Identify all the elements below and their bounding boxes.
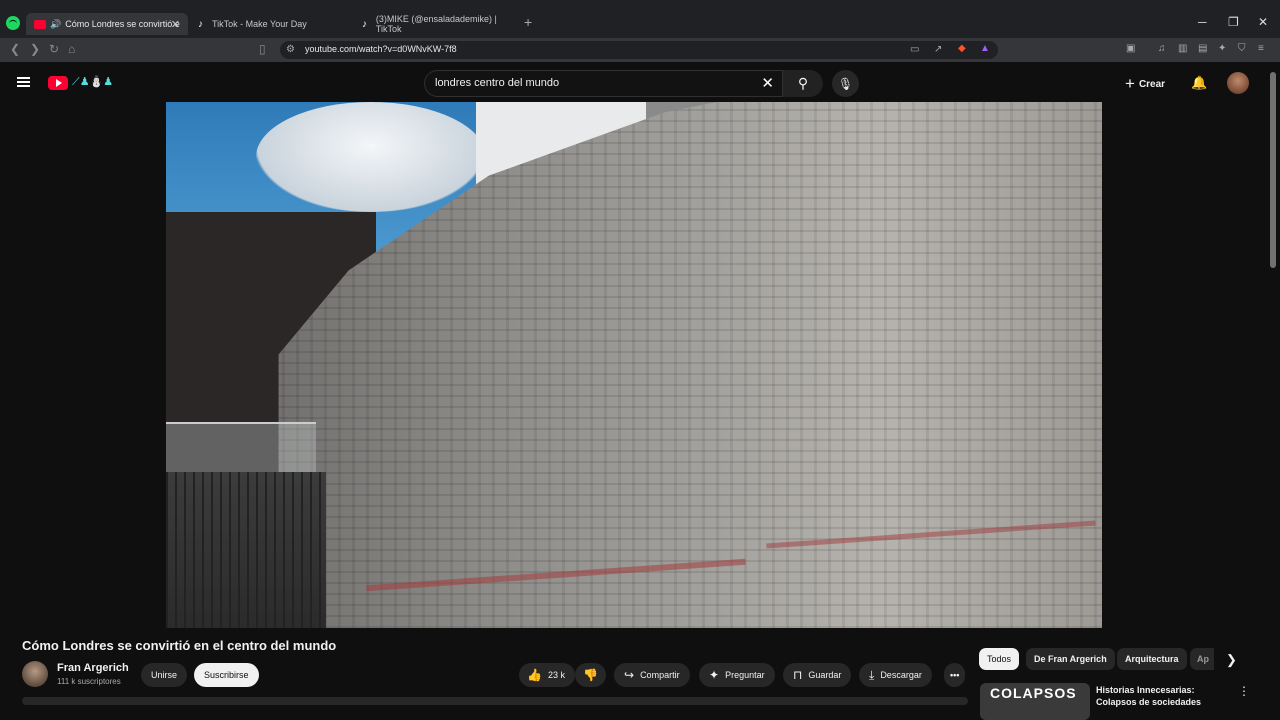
share-arrow-icon: ↪ [624, 668, 635, 682]
close-tab-icon[interactable]: ✕ [171, 18, 180, 31]
recommended-title[interactable]: Historias Innecesarias: Colapsos de soci… [1096, 684, 1216, 708]
microphone-icon: 🎙 [837, 76, 854, 91]
spotify-icon[interactable] [6, 16, 20, 30]
search-icon: ⚲ [797, 75, 809, 91]
save-label: Guardar [808, 670, 842, 680]
save-button[interactable]: ⊓ Guardar [783, 663, 852, 687]
chip-todos[interactable]: Todos [979, 648, 1020, 670]
voice-search-button[interactable]: 🎙 [832, 70, 859, 97]
download-button[interactable]: ⤓ Descargar [859, 663, 932, 687]
chip-channel[interactable]: De Fran Argerich [1026, 648, 1115, 670]
subscriber-count: 111 k suscriptores [57, 677, 121, 686]
like-count: 23 k [547, 670, 565, 680]
youtube-header: ⟋♟⛄♟ londres centro del mundo ✕ ⚲ 🎙 + Cr… [0, 62, 1280, 102]
tab-tiktok-profile[interactable]: ♪ (3)MIKE (@ensaladademike) | TikTok [354, 13, 522, 35]
ask-label: Preguntar [725, 670, 765, 680]
chip-truncated[interactable]: Ap [1190, 648, 1214, 670]
dislike-button[interactable]: 👎 [575, 663, 606, 687]
channel-avatar[interactable] [22, 661, 48, 687]
more-actions-button[interactable]: ••• [944, 663, 966, 687]
speaker-icon[interactable]: 🔊 [50, 19, 61, 30]
create-button[interactable]: + Crear [1125, 74, 1165, 94]
thumbs-down-icon: 👎 [583, 668, 598, 682]
chip-arquitectura[interactable]: Arquitectura [1117, 648, 1187, 670]
ask-button[interactable]: ✦ Preguntar [699, 663, 775, 687]
share-icon[interactable]: ↗ [934, 44, 942, 55]
close-window-icon[interactable]: ✕ [1258, 15, 1268, 29]
cast-icon[interactable]: ▭ [910, 44, 919, 55]
search-button[interactable]: ⚲ [783, 70, 823, 97]
search-box[interactable]: londres centro del mundo ✕ [424, 70, 783, 97]
tab-youtube[interactable]: 🔊 Cómo Londres se convirtió e ✕ [26, 13, 188, 35]
page-scrollbar[interactable] [1270, 72, 1276, 268]
join-button[interactable]: Unirse [141, 663, 188, 687]
chevron-right-icon[interactable]: ❯ [1226, 652, 1237, 668]
notifications-bell-icon[interactable]: 🔔 [1191, 75, 1207, 91]
doodle-logo-icon[interactable]: ⟋♟⛄♟ [72, 75, 113, 89]
url-text: youtube.com/watch?v=d0WNvKW-7f8 [305, 44, 457, 54]
new-tab-icon[interactable]: + [524, 14, 532, 30]
chip-label: Ap [1197, 654, 1209, 664]
restore-icon[interactable]: ❐ [1228, 15, 1239, 29]
tab-title: TikTok - Make Your Day [212, 19, 307, 29]
bookmark-icon: ⊓ [793, 668, 803, 682]
reload-icon[interactable]: ↻ [49, 42, 59, 56]
music-icon[interactable]: ♫ [1158, 43, 1166, 54]
browser-tab-strip: 🔊 Cómo Londres se convirtió e ✕ ♪ TikTok… [0, 0, 1280, 38]
thumbnail-text: COLAPSOS [990, 685, 1077, 701]
sidebar-icon[interactable]: ▣ [1126, 43, 1135, 54]
brave-rewards-icon[interactable]: ▲ [980, 43, 990, 54]
home-icon[interactable]: ⌂ [68, 42, 75, 56]
minimize-icon[interactable]: ─ [1198, 15, 1207, 29]
share-button[interactable]: ↪ Compartir [614, 663, 690, 687]
site-info-icon[interactable]: ⚙ [286, 44, 295, 55]
tab-tiktok[interactable]: ♪ TikTok - Make Your Day [190, 13, 350, 35]
video-frame-cloud [256, 102, 486, 212]
description-box[interactable] [22, 697, 968, 705]
subscribe-button[interactable]: Suscribirse [194, 663, 259, 687]
vpn-icon[interactable]: ⛉ [1238, 43, 1246, 54]
chip-label: Todos [987, 654, 1012, 664]
clear-search-icon[interactable]: ✕ [761, 74, 774, 92]
ai-icon[interactable]: ✦ [1218, 43, 1226, 54]
plus-icon: + [1125, 74, 1135, 93]
bookmark-icon[interactable]: ▯ [259, 42, 266, 56]
search-input[interactable]: londres centro del mundo [435, 77, 559, 89]
kebab-menu-icon[interactable]: ⋮ [1238, 684, 1250, 698]
browser-menu-icon[interactable]: ≡ [1258, 43, 1264, 54]
youtube-favicon-icon [34, 19, 46, 29]
download-icon: ⤓ [869, 667, 875, 682]
video-player[interactable] [166, 102, 1102, 628]
like-button[interactable]: 👍 23 k [519, 663, 575, 687]
wallet-icon[interactable]: ▤ [1198, 43, 1207, 54]
address-bar-row: ❮ ❯ ↻ ⌂ ▯ ⚙ youtube.com/watch?v=d0WNvKW-… [0, 38, 1280, 62]
sparkle-icon: ✦ [709, 668, 720, 682]
panel-icon[interactable]: ▥ [1178, 43, 1187, 54]
youtube-logo-icon[interactable] [48, 76, 68, 90]
download-label: Descargar [880, 670, 922, 680]
tiktok-favicon-icon: ♪ [362, 19, 367, 30]
tab-title: Cómo Londres se convirtió e [65, 19, 180, 29]
back-icon[interactable]: ❮ [10, 42, 20, 56]
subscribe-label: Suscribirse [204, 670, 249, 680]
account-avatar[interactable] [1227, 72, 1249, 94]
tiktok-favicon-icon: ♪ [198, 19, 203, 30]
url-field[interactable]: ⚙ youtube.com/watch?v=d0WNvKW-7f8 ▭ ↗ ◆ … [280, 41, 998, 59]
join-label: Unirse [151, 670, 178, 680]
brave-shield-icon[interactable]: ◆ [958, 43, 966, 54]
forward-icon[interactable]: ❯ [30, 42, 40, 56]
chip-label: Arquitectura [1125, 654, 1179, 664]
tab-title: (3)MIKE (@ensaladademike) | TikTok [375, 14, 497, 34]
share-label: Compartir [640, 670, 680, 680]
channel-name[interactable]: Fran Argerich [57, 662, 129, 674]
more-icon: ••• [950, 670, 960, 680]
create-label: Crear [1138, 78, 1166, 90]
thumbs-up-icon: 👍 [527, 668, 542, 682]
video-title: Cómo Londres se convirtió en el centro d… [22, 638, 337, 653]
hamburger-menu-icon[interactable] [17, 77, 30, 87]
recommended-thumbnail[interactable]: COLAPSOS [980, 683, 1090, 720]
chip-label: De Fran Argerich [1034, 654, 1107, 664]
video-frame-railing [166, 472, 326, 628]
